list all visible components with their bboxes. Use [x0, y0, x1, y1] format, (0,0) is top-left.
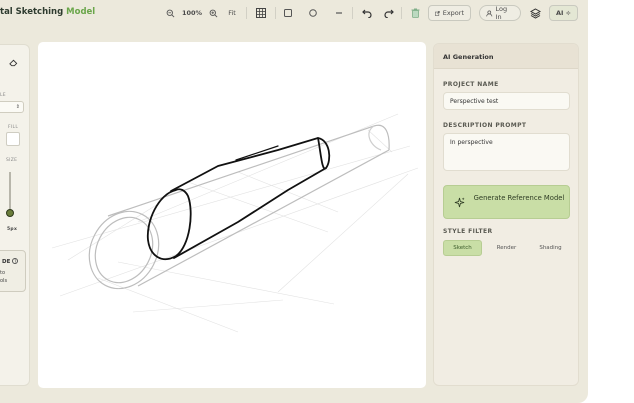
generate-reference-button[interactable]: Generate Reference Model: [443, 185, 570, 219]
guide-title: DE ?: [2, 258, 19, 265]
help-icon: ?: [12, 258, 19, 264]
export-button[interactable]: Export: [428, 5, 471, 21]
grid-toggle-button[interactable]: [253, 5, 269, 21]
project-name-input[interactable]: Perspective test: [443, 92, 570, 110]
guide-text-line1: to: [0, 270, 6, 276]
square-icon: [284, 9, 292, 17]
tool-options-panel: LE ⇕ FILL SIZE 5px DE ? to ols: [0, 44, 30, 386]
toolbar-divider: [352, 7, 353, 19]
sketch-drawing: [51, 113, 419, 333]
zoom-in-button[interactable]: [206, 5, 220, 21]
undo-icon: [362, 9, 372, 18]
style-option-sketch[interactable]: Sketch: [443, 240, 482, 256]
zoom-level: 100%: [181, 9, 203, 17]
panel-title: AI Generation: [443, 53, 494, 61]
export-label: Export: [442, 9, 464, 17]
style-filter-label: STYLE FILTER: [443, 228, 493, 235]
toolbar-divider: [246, 7, 247, 19]
ai-generation-panel: AI Generation PROJECT NAME Perspective t…: [433, 43, 579, 386]
layers-icon: [529, 7, 541, 19]
project-name-label: PROJECT NAME: [443, 81, 499, 88]
zoom-in-icon: [209, 9, 217, 17]
style-label: LE: [0, 93, 6, 98]
ai-toggle-button[interactable]: AI: [549, 5, 578, 21]
size-label: SIZE: [6, 158, 18, 163]
eraser-icon[interactable]: [9, 58, 18, 67]
circle-tool-button[interactable]: [306, 5, 320, 21]
export-icon: [435, 10, 440, 16]
app-window: tal Sketching Model 100% Fit Export Log …: [0, 0, 588, 403]
line-icon: [336, 12, 342, 14]
description-textarea[interactable]: In perspective: [443, 133, 570, 171]
circle-icon: [309, 9, 317, 17]
fill-label: FILL: [8, 125, 19, 130]
style-select[interactable]: ⇕: [0, 101, 24, 113]
size-slider-handle[interactable]: [6, 209, 14, 217]
size-slider-track[interactable]: [9, 172, 11, 212]
line-tool-button[interactable]: [332, 5, 346, 21]
zoom-out-button[interactable]: [163, 5, 177, 21]
top-toolbar: tal Sketching Model 100% Fit Export Log …: [0, 0, 588, 28]
app-title: tal Sketching Model: [0, 7, 96, 17]
zoom-out-icon: [166, 9, 174, 17]
description-label: DESCRIPTION PROMPT: [443, 122, 527, 129]
delete-button[interactable]: [408, 5, 422, 21]
redo-icon: [384, 9, 394, 18]
style-option-shading[interactable]: Shading: [531, 240, 570, 256]
layers-button[interactable]: [527, 5, 543, 21]
rectangle-tool-button[interactable]: [281, 5, 295, 21]
login-button[interactable]: Log In: [479, 5, 521, 21]
panel-header: AI Generation: [434, 44, 578, 69]
redo-button[interactable]: [382, 5, 396, 21]
drawing-canvas[interactable]: [38, 42, 426, 388]
user-icon: [486, 10, 493, 16]
login-label: Log In: [495, 5, 508, 21]
ai-label: AI: [556, 9, 564, 17]
sparkle-icon: [566, 10, 571, 16]
fill-color-swatch[interactable]: [6, 132, 20, 146]
toolbar-divider: [401, 7, 402, 19]
generate-label: Generate Reference Model: [473, 194, 565, 202]
style-option-render[interactable]: Render: [487, 240, 526, 256]
sparkles-icon: [454, 197, 465, 208]
fit-button[interactable]: Fit: [224, 5, 240, 21]
size-value: 5px: [7, 227, 18, 232]
grid-icon: [256, 8, 266, 18]
guide-text-line2: ols: [0, 278, 8, 284]
toolbar-divider: [275, 7, 276, 19]
undo-button[interactable]: [360, 5, 374, 21]
trash-icon: [411, 8, 419, 18]
